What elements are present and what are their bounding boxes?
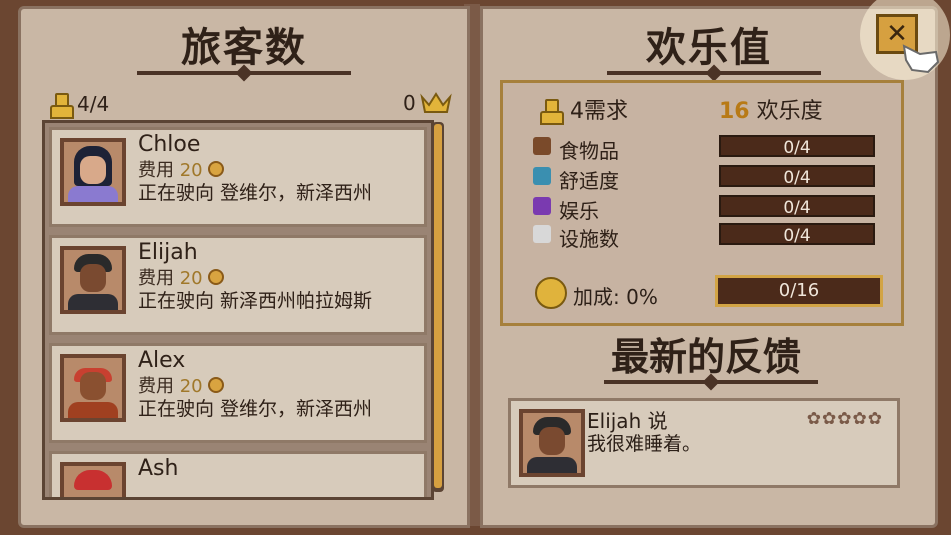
music-icon [533,197,551,215]
guest-name: Alex [138,348,186,373]
guest-card[interactable]: Elijah 费用 20 正在驶向 新泽西州帕拉姆斯 [49,235,427,335]
needs-count: 4需求 [537,93,628,125]
guest-portrait [60,138,126,206]
guest-name: Elijah [138,240,198,265]
guest-list-scrollbar[interactable] [432,122,444,492]
guest-portrait [60,354,126,422]
coin-icon [208,269,225,285]
feedback-text: 我很难睡着。 [587,433,702,455]
guest-status: 正在驶向 新泽西州帕拉姆斯 [138,290,373,312]
feedback-divider [604,380,818,384]
guest-card[interactable]: Chloe 费用 20 正在驶向 登维尔，新泽西州 [49,127,427,227]
crown-count-value: 0 [403,91,416,115]
guest-status: 正在驶向 登维尔，新泽西州 [138,182,373,204]
guest-name: Chloe [138,132,201,157]
needs-panel: 4需求 16 欢乐度 食物品 0/4 舒适度 0/4 娱乐 0/4 设施数 0/… [500,80,904,326]
bonus-label: 加成: 0% [573,285,658,309]
guest-portrait [60,462,126,497]
coin-icon [208,377,225,393]
toilet-icon [533,225,551,243]
guest-count-value: 4/4 [77,92,110,116]
coin-icon [208,161,225,177]
guest-count: 4/4 [47,91,110,119]
feedback-card: Elijah 说 我很难睡着。 ✿✿✿✿✿ [508,398,900,488]
feedback-portrait [519,409,585,477]
guest-card[interactable]: Alex 费用 20 正在驶向 登维尔，新泽西州 [49,343,427,443]
feedback-title: 最新的反馈 [610,335,801,379]
guest-list[interactable]: Chloe 费用 20 正在驶向 登维尔，新泽西州 Elijah 费用 20 正… [42,120,434,500]
bonus-bar: 0/16 [715,275,883,307]
need-bar-comfort: 0/4 [719,165,875,188]
guest-card[interactable]: Ash [49,451,427,497]
need-row-entertainment: 娱乐 [533,195,599,224]
crown-icon [420,92,452,113]
guest-portrait [60,246,126,314]
person-icon [47,91,74,119]
rating-stars: ✿✿✿✿✿ [806,409,883,429]
need-bar-facilities: 0/4 [719,223,875,246]
guest-status: 正在驶向 登维尔，新泽西州 [138,398,373,420]
pointer-hand-icon [902,44,940,74]
title-divider [137,71,351,75]
book: 旅客数 4/4 0 Chloe 费用 20 正在驶向 登维尔，新泽西州 Elij… [0,0,951,535]
smiley-icon [535,277,567,309]
scrollbar-thumb[interactable] [434,124,442,488]
comfort-icon [533,167,551,185]
need-row-facilities: 设施数 [533,223,619,252]
need-bar-food: 0/4 [719,135,875,158]
need-row-comfort: 舒适度 [533,165,619,194]
need-bar-entertainment: 0/4 [719,195,875,218]
person-icon [537,97,564,125]
crown-count: 0 [403,91,452,115]
need-row-food: 食物品 [533,135,619,164]
food-icon [533,137,551,155]
fun-score: 16 欢乐度 [719,99,823,124]
guest-name: Ash [138,456,179,481]
title-divider [607,71,821,75]
